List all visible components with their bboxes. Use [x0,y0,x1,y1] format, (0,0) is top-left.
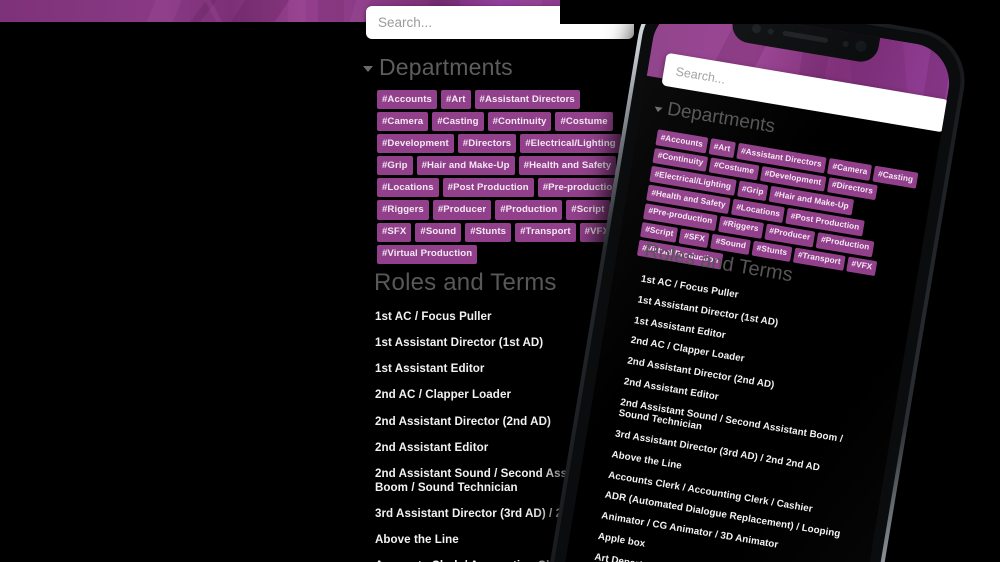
department-tag[interactable]: #Directors [457,134,517,154]
department-tag[interactable]: #Post Production [442,178,534,198]
department-tag[interactable]: #Production [495,200,563,220]
department-tag[interactable]: #Pre-production [537,178,624,198]
department-tag[interactable]: #Casting [872,165,919,189]
department-tag[interactable]: #Virtual Production [377,244,478,264]
front-camera-icon [751,23,762,34]
department-tag-cloud: #Accounts #Art #Assistant Directors #Camera… [377,90,627,264]
department-tag[interactable]: #Development [377,134,454,154]
department-tag[interactable]: #Art [708,138,736,158]
app-screenshot: Departments #Accounts#Art#Assistant Dire… [0,0,1000,562]
front-camera-icon [767,28,775,36]
department-tag[interactable]: #Hair and Make-Up [416,156,515,176]
banner-silhouette-shape [318,0,344,22]
banner-silhouette-shape [141,0,185,22]
department-tag[interactable]: #Accounts [377,90,437,110]
triangle-down-icon[interactable] [653,106,663,113]
department-tag[interactable]: #Casting [432,112,484,132]
department-tag[interactable]: #Riggers [377,200,429,220]
department-tag[interactable]: #Producer [432,200,492,220]
banner-silhouette-shape [222,0,294,22]
department-tag[interactable]: #Sound [415,222,462,242]
speaker-grill-icon [782,30,829,44]
department-tag[interactable]: #Health and Safety [518,156,617,176]
department-tag[interactable]: #Locations [377,178,439,198]
department-tag[interactable]: #Continuity [487,112,552,132]
department-tag[interactable]: #Camera [377,112,429,132]
department-tag[interactable]: #Electrical/Lighting [520,134,621,154]
department-tag[interactable]: #Assistant Directors [474,90,580,110]
front-camera-icon [842,40,850,48]
front-camera-icon [854,39,868,53]
phone-roles-and-terms-list: 1st AC / Focus Puller 1st Assistant Direc… [589,274,889,562]
departments-heading[interactable]: Departments [363,54,513,81]
triangle-down-icon[interactable] [363,66,373,72]
banner-silhouette-shape [288,0,306,22]
roles-heading: Roles and Terms [374,269,557,297]
search-input[interactable] [366,6,634,39]
department-tag[interactable]: #Transport [515,222,576,242]
department-tag[interactable]: #Script [566,200,610,220]
department-tag[interactable]: #SFX [377,222,412,242]
department-tag[interactable]: #Art [440,90,471,110]
department-tag[interactable]: #Costume [555,112,613,132]
department-tag[interactable]: #Grip [736,180,769,202]
departments-heading-label: Departments [379,54,513,80]
roles-heading-label: Roles and Terms [374,269,557,296]
department-tag[interactable]: #VFX [846,256,878,277]
department-tag[interactable]: #Grip [377,156,413,176]
department-tag[interactable]: #Stunts [465,222,512,242]
